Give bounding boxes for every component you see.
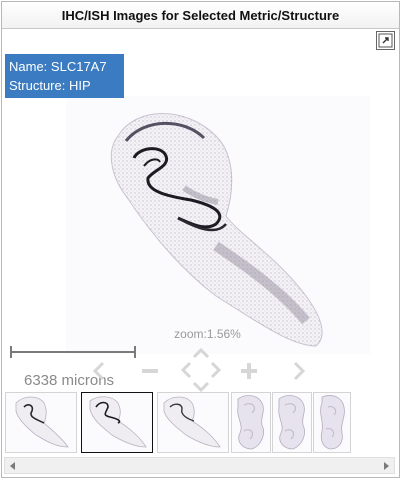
structure-label: Structure: <box>9 78 66 93</box>
thumbnail-strip <box>4 390 395 454</box>
structure-row: Structure: HIP <box>9 76 120 95</box>
zoom-in-icon[interactable] <box>238 360 260 382</box>
chevron-right-icon[interactable] <box>288 360 310 382</box>
scroll-left-icon[interactable] <box>5 458 21 473</box>
chevron-left-icon[interactable] <box>88 360 110 382</box>
pan-icon[interactable] <box>181 348 221 392</box>
panel-title: IHC/ISH Images for Selected Metric/Struc… <box>2 2 399 29</box>
zoom-out-icon[interactable] <box>139 360 161 382</box>
thumbnail-1[interactable] <box>5 392 77 453</box>
scroll-right-icon[interactable] <box>378 458 394 473</box>
maximize-icon[interactable] <box>376 31 395 50</box>
gene-name-value: SLC17A7 <box>50 59 107 74</box>
thumbnail-6[interactable] <box>313 392 351 453</box>
scale-bar <box>10 345 136 359</box>
zoom-level: zoom:1.56% <box>174 327 241 341</box>
horizontal-scrollbar[interactable] <box>4 457 395 474</box>
brain-section-image[interactable] <box>66 96 370 354</box>
thumbnail-3[interactable] <box>157 392 229 453</box>
gene-info-box: Name: SLC17A7 Structure: HIP <box>5 54 124 98</box>
thumbnail-5[interactable] <box>272 392 312 453</box>
gene-name-row: Name: SLC17A7 <box>9 57 120 76</box>
gene-name-label: Name: <box>9 59 48 74</box>
thumbnail-2[interactable] <box>81 392 153 453</box>
thumbnail-4[interactable] <box>231 392 271 453</box>
structure-value: HIP <box>68 78 91 93</box>
